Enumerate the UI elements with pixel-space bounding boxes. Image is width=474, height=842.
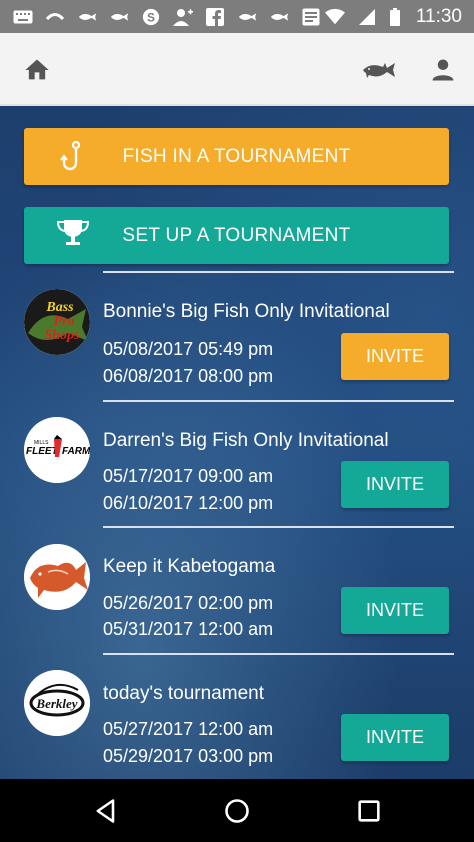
tournament-start: 05/26/2017 02:00 pm <box>103 593 274 613</box>
fish-notification-icon <box>236 8 258 26</box>
logo-text: FARM <box>62 446 90 457</box>
status-system: 11:30 <box>324 6 462 28</box>
tournament-start: 05/27/2017 12:00 am <box>103 719 274 739</box>
skype-icon: S <box>140 8 162 26</box>
tournament-start: 05/08/2017 05:49 pm <box>103 339 274 359</box>
battery-icon <box>388 7 402 26</box>
fish-notification-icon <box>76 8 98 26</box>
tournament-row[interactable]: Bass Pro Shops Bonnie's Big Fish Only In… <box>0 273 474 399</box>
fish-notification-icon <box>108 8 130 26</box>
news-icon <box>300 8 322 26</box>
sponsor-logo-fish <box>24 544 90 610</box>
tournament-row[interactable]: Berkley today's tournament 05/27/2017 12… <box>0 655 474 779</box>
tournament-name: Bonnie's Big Fish Only Invitational <box>103 301 390 322</box>
tournament-row[interactable]: MILLS FLEET FARM Darren's Big Fish Only … <box>0 402 474 528</box>
fish-in-tournament-label: FISH IN A TOURNAMENT <box>122 145 351 167</box>
add-person-icon <box>172 8 194 26</box>
fish-button[interactable] <box>360 55 398 85</box>
tournament-end: 05/29/2017 03:00 pm <box>103 746 274 766</box>
tournament-name: today's tournament <box>103 683 264 704</box>
logo-text: Pro <box>54 314 75 329</box>
logo-text: FLEET <box>26 446 59 457</box>
app-bar <box>0 33 474 106</box>
facebook-icon <box>204 7 226 26</box>
tournament-end: 06/08/2017 08:00 pm <box>103 366 274 386</box>
back-button[interactable] <box>91 796 121 826</box>
keyboard-icon <box>12 8 34 26</box>
fish-icon <box>363 63 395 78</box>
sponsor-logo-fleet-farm: MILLS FLEET FARM <box>24 417 90 483</box>
invite-button[interactable]: INVITE <box>341 461 449 508</box>
profile-button[interactable] <box>428 55 458 85</box>
home-circle-icon <box>225 799 249 823</box>
tournament-name: Darren's Big Fish Only Invitational <box>103 430 389 451</box>
home-nav-button[interactable] <box>222 796 252 826</box>
recents-icon <box>358 800 380 822</box>
signal-icon <box>356 8 378 26</box>
invite-button[interactable]: INVITE <box>341 714 449 761</box>
invite-button[interactable]: INVITE <box>341 587 449 634</box>
tournament-row[interactable]: Keep it Kabetogama 05/26/2017 02:00 pm 0… <box>0 528 474 654</box>
status-bar: S 11:30 <box>0 0 474 33</box>
recents-button[interactable] <box>354 796 384 826</box>
carrier-icon <box>44 8 66 26</box>
sponsor-logo-berkley: Berkley <box>24 670 90 736</box>
home-icon <box>25 59 49 80</box>
logo-text: Shops <box>44 328 80 343</box>
fish-notification-icon <box>268 8 290 26</box>
back-icon <box>96 799 115 823</box>
tournament-screen: FISH IN A TOURNAMENT SET UP A TOURNAMENT… <box>0 107 474 779</box>
tournament-end: 06/10/2017 12:00 pm <box>103 493 274 513</box>
hook-icon <box>60 140 81 171</box>
svg-text:S: S <box>147 11 155 24</box>
tournament-end: 05/31/2017 12:00 am <box>103 619 274 639</box>
invite-button[interactable]: INVITE <box>341 333 449 380</box>
set-up-tournament-label: SET UP A TOURNAMENT <box>122 224 351 246</box>
trophy-icon <box>56 220 90 245</box>
tournament-start: 05/17/2017 09:00 am <box>103 466 274 486</box>
status-time: 11:30 <box>415 5 462 27</box>
wifi-icon <box>324 8 346 26</box>
logo-text: Berkley <box>35 696 77 711</box>
home-button[interactable] <box>22 55 52 85</box>
set-up-tournament-button[interactable]: SET UP A TOURNAMENT <box>24 207 449 264</box>
tournament-name: Keep it Kabetogama <box>103 556 276 577</box>
profile-icon <box>432 59 454 81</box>
logo-text: Bass <box>45 300 74 315</box>
fish-in-tournament-button[interactable]: FISH IN A TOURNAMENT <box>24 128 449 185</box>
system-nav-bar <box>0 779 474 842</box>
status-notifications: S <box>12 7 322 26</box>
sponsor-logo-bass-pro-shops: Bass Pro Shops <box>24 289 90 355</box>
